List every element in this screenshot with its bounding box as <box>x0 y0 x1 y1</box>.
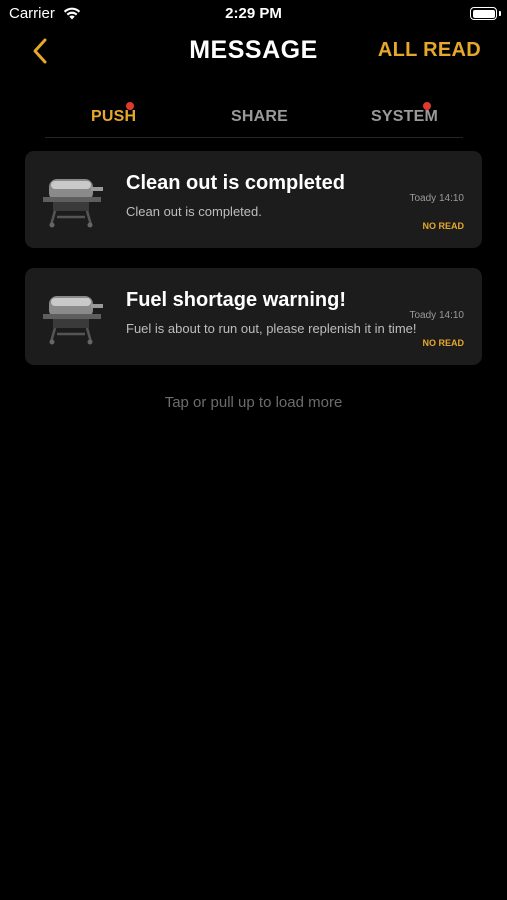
message-title: Clean out is completed <box>126 172 345 194</box>
message-body: Clean out is completed. <box>126 204 262 219</box>
read-status-badge: NO READ <box>422 221 464 231</box>
message-body: Fuel is about to run out, please repleni… <box>126 321 417 336</box>
tab-bar: PUSH SHARE SYSTEM <box>45 100 463 138</box>
battery-icon <box>470 7 497 20</box>
tab-share[interactable]: SHARE <box>231 108 288 126</box>
message-time: Toady 14:10 <box>409 310 465 321</box>
message-title: Fuel shortage warning! <box>126 289 347 311</box>
message-card[interactable]: Clean out is completed Clean out is comp… <box>25 151 482 248</box>
grill-icon <box>43 296 103 345</box>
status-time: 2:29 PM <box>225 5 282 22</box>
load-more-button[interactable]: Tap or pull up to load more <box>0 394 507 411</box>
nav-bar: MESSAGE ALL READ <box>0 28 507 74</box>
battery-cap <box>499 11 501 16</box>
unread-dot <box>126 102 134 110</box>
tab-system[interactable]: SYSTEM <box>371 108 438 126</box>
message-time: Toady 14:10 <box>409 193 465 204</box>
unread-dot <box>423 102 431 110</box>
grill-icon <box>43 179 103 228</box>
message-screen: Carrier 2:29 PM MESSAGE ALL READ PUSH SH… <box>0 0 507 900</box>
all-read-button[interactable]: ALL READ <box>378 39 481 62</box>
message-card[interactable]: Fuel shortage warning! Fuel is about to … <box>25 268 482 365</box>
tab-push[interactable]: PUSH <box>91 108 136 126</box>
read-status-badge: NO READ <box>422 338 464 348</box>
status-bar: Carrier 2:29 PM <box>0 0 507 28</box>
